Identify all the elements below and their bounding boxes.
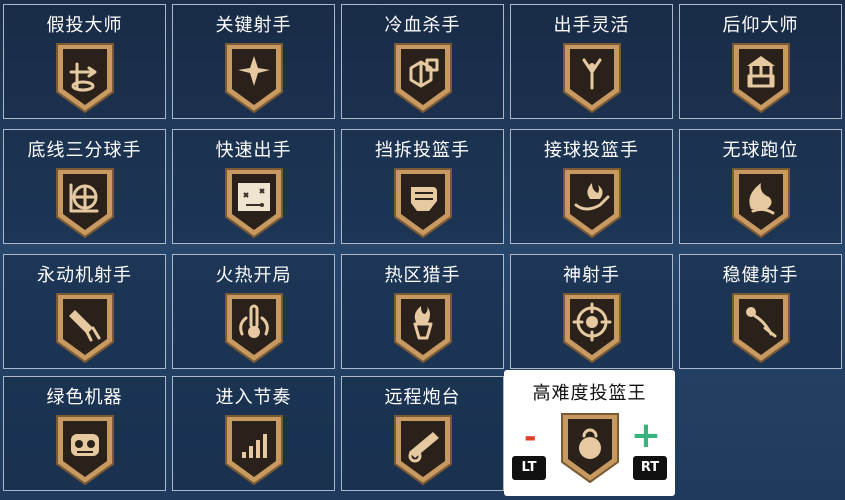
- flame-swoosh-icon: [729, 163, 793, 241]
- flaming-hoop-icon: [391, 288, 455, 366]
- badge-label: 无球跑位: [722, 140, 799, 161]
- badge-tile[interactable]: 无球跑位: [679, 129, 842, 244]
- slingshot-icon: [560, 38, 624, 116]
- rising-bars-icon: [222, 410, 286, 488]
- crosshair-skull-icon: [560, 288, 624, 366]
- badge-tile[interactable]: 火热开局: [172, 254, 335, 369]
- badge-grid: 假投大师 关键射手 冷血杀手 出手灵活 后仰大师 底线三分球手 快速出手 挡拆投…: [0, 0, 845, 500]
- badge-tile[interactable]: 假投大师: [3, 4, 166, 119]
- increase-level-button[interactable]: +: [631, 418, 661, 454]
- badge-label: 进入节奏: [215, 387, 292, 408]
- rt-trigger-hint[interactable]: RT: [633, 456, 667, 480]
- badge-tile[interactable]: 永动机射手: [3, 254, 166, 369]
- fist-icon: [391, 163, 455, 241]
- star-burst-icon: [222, 38, 286, 116]
- badge-label: 远程炮台: [384, 387, 461, 408]
- badge-label: 底线三分球手: [27, 140, 142, 161]
- decrease-level-button[interactable]: -: [524, 423, 536, 453]
- robot-icon: [53, 410, 117, 488]
- badge-tile[interactable]: 冷血杀手: [341, 4, 504, 119]
- badge-tile[interactable]: 快速出手: [172, 129, 335, 244]
- lt-trigger-hint[interactable]: LT: [512, 456, 546, 480]
- badge-label: 稳健射手: [722, 265, 799, 286]
- badge-label: 冷血杀手: [384, 15, 461, 36]
- kettlebell-icon: [558, 408, 622, 486]
- badge-tile[interactable]: 稳健射手: [679, 254, 842, 369]
- badge-label: 出手灵活: [553, 15, 630, 36]
- badge-tile[interactable]: 神射手: [510, 254, 673, 369]
- badge-label: 假投大师: [46, 15, 123, 36]
- badge-tile[interactable]: 挡拆投篮手: [341, 129, 504, 244]
- play-diagram-icon: [222, 163, 286, 241]
- arcing-ball-icon: [729, 288, 793, 366]
- badge-tile[interactable]: 接球投篮手: [510, 129, 673, 244]
- pump-fake-icon: [53, 38, 117, 116]
- badge-label: 挡拆投篮手: [375, 140, 470, 161]
- badge-label: 热区猎手: [384, 265, 461, 286]
- badge-label: 后仰大师: [722, 15, 799, 36]
- badge-label: 快速出手: [215, 140, 292, 161]
- selected-badge-tile[interactable]: 高难度投篮王 - + LT RT: [504, 370, 675, 496]
- badge-label: 永动机射手: [37, 265, 132, 286]
- badge-tile[interactable]: 关键射手: [172, 4, 335, 119]
- badge-label: 神射手: [563, 265, 620, 286]
- badge-label: 高难度投篮王: [532, 383, 647, 404]
- badge-tile[interactable]: 绿色机器: [3, 376, 166, 491]
- badge-tile[interactable]: 后仰大师: [679, 4, 842, 119]
- badge-tile[interactable]: 底线三分球手: [3, 129, 166, 244]
- corner-ball-icon: [53, 163, 117, 241]
- badge-tile[interactable]: 远程炮台: [341, 376, 504, 491]
- badge-label: 关键射手: [215, 15, 292, 36]
- flaming-hand-icon: [560, 163, 624, 241]
- thermometer-icon: [222, 288, 286, 366]
- ice-cubes-icon: [391, 38, 455, 116]
- badge-tile[interactable]: 进入节奏: [172, 376, 335, 491]
- badge-tile[interactable]: 热区猎手: [341, 254, 504, 369]
- badge-label: 火热开局: [215, 265, 292, 286]
- rocket-icon: [53, 288, 117, 366]
- badge-label: 接球投篮手: [544, 140, 639, 161]
- wishing-well-icon: [729, 38, 793, 116]
- badge-tile[interactable]: 出手灵活: [510, 4, 673, 119]
- badge-label: 绿色机器: [46, 387, 123, 408]
- cannon-icon: [391, 410, 455, 488]
